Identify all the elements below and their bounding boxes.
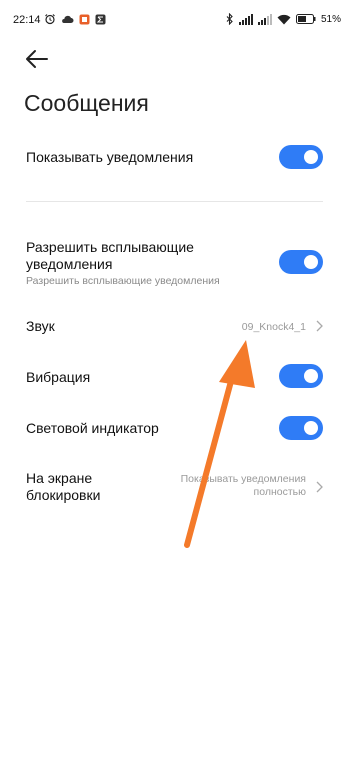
toggle-knob (304, 421, 318, 435)
setting-sound[interactable]: Звук 09_Knock4_1 (0, 305, 349, 347)
alarm-icon (45, 14, 55, 25)
setting-label: Световой индикатор (26, 420, 159, 436)
status-bar: 22:14 51% (0, 0, 349, 40)
led-indicator-toggle[interactable] (279, 416, 323, 440)
setting-label: Показывать уведомления (26, 149, 194, 165)
toggle-knob (304, 369, 318, 383)
back-arrow-icon[interactable] (24, 47, 50, 71)
page-title: Сообщения (24, 90, 149, 116)
show-notifications-toggle[interactable] (279, 145, 323, 169)
signal-icon-1 (238, 13, 253, 25)
setting-label: Звук (26, 318, 55, 334)
battery-percent: 51% (320, 13, 341, 25)
chevron-right-icon (316, 320, 323, 332)
setting-led-indicator[interactable]: Световой индикатор (0, 406, 349, 448)
sigma-app-icon (95, 14, 106, 24)
battery-icon (295, 14, 316, 24)
setting-label: Разрешить всплывающие (26, 239, 194, 255)
setting-subtitle: Разрешить всплывающие уведомления (26, 275, 220, 287)
vibration-toggle[interactable] (279, 364, 323, 388)
toggle-knob (304, 150, 318, 164)
chevron-right-icon (316, 481, 323, 493)
toggle-knob (304, 255, 318, 269)
setting-label-line2: блокировки (26, 487, 101, 503)
signal-icon-2 (257, 13, 272, 25)
app-notification-icon (79, 14, 90, 24)
status-left-icons (44, 13, 106, 25)
setting-vibration[interactable]: Вибрация (0, 355, 349, 397)
sound-value: 09_Knock4_1 (241, 321, 306, 333)
setting-label-line2: уведомления (26, 256, 113, 272)
bluetooth-icon (226, 13, 233, 25)
setting-label: Вибрация (26, 369, 91, 385)
cloud-icon (62, 15, 74, 23)
popup-notifications-toggle[interactable] (279, 250, 323, 274)
status-time: 22:14 (13, 14, 41, 26)
setting-show-notifications[interactable]: Показывать уведомления (0, 137, 349, 177)
status-right-icons: 51% (226, 13, 341, 25)
setting-lockscreen[interactable]: На экране блокировки Показывать уведомле… (0, 462, 349, 510)
divider (26, 201, 323, 202)
wifi-icon (277, 14, 291, 24)
setting-label: На экране (26, 470, 93, 486)
setting-popup-notifications[interactable]: Разрешить всплывающие уведомления Разреш… (0, 232, 349, 292)
lockscreen-value-line2: полностью (253, 486, 306, 498)
lockscreen-value: Показывать уведомления (180, 473, 306, 485)
